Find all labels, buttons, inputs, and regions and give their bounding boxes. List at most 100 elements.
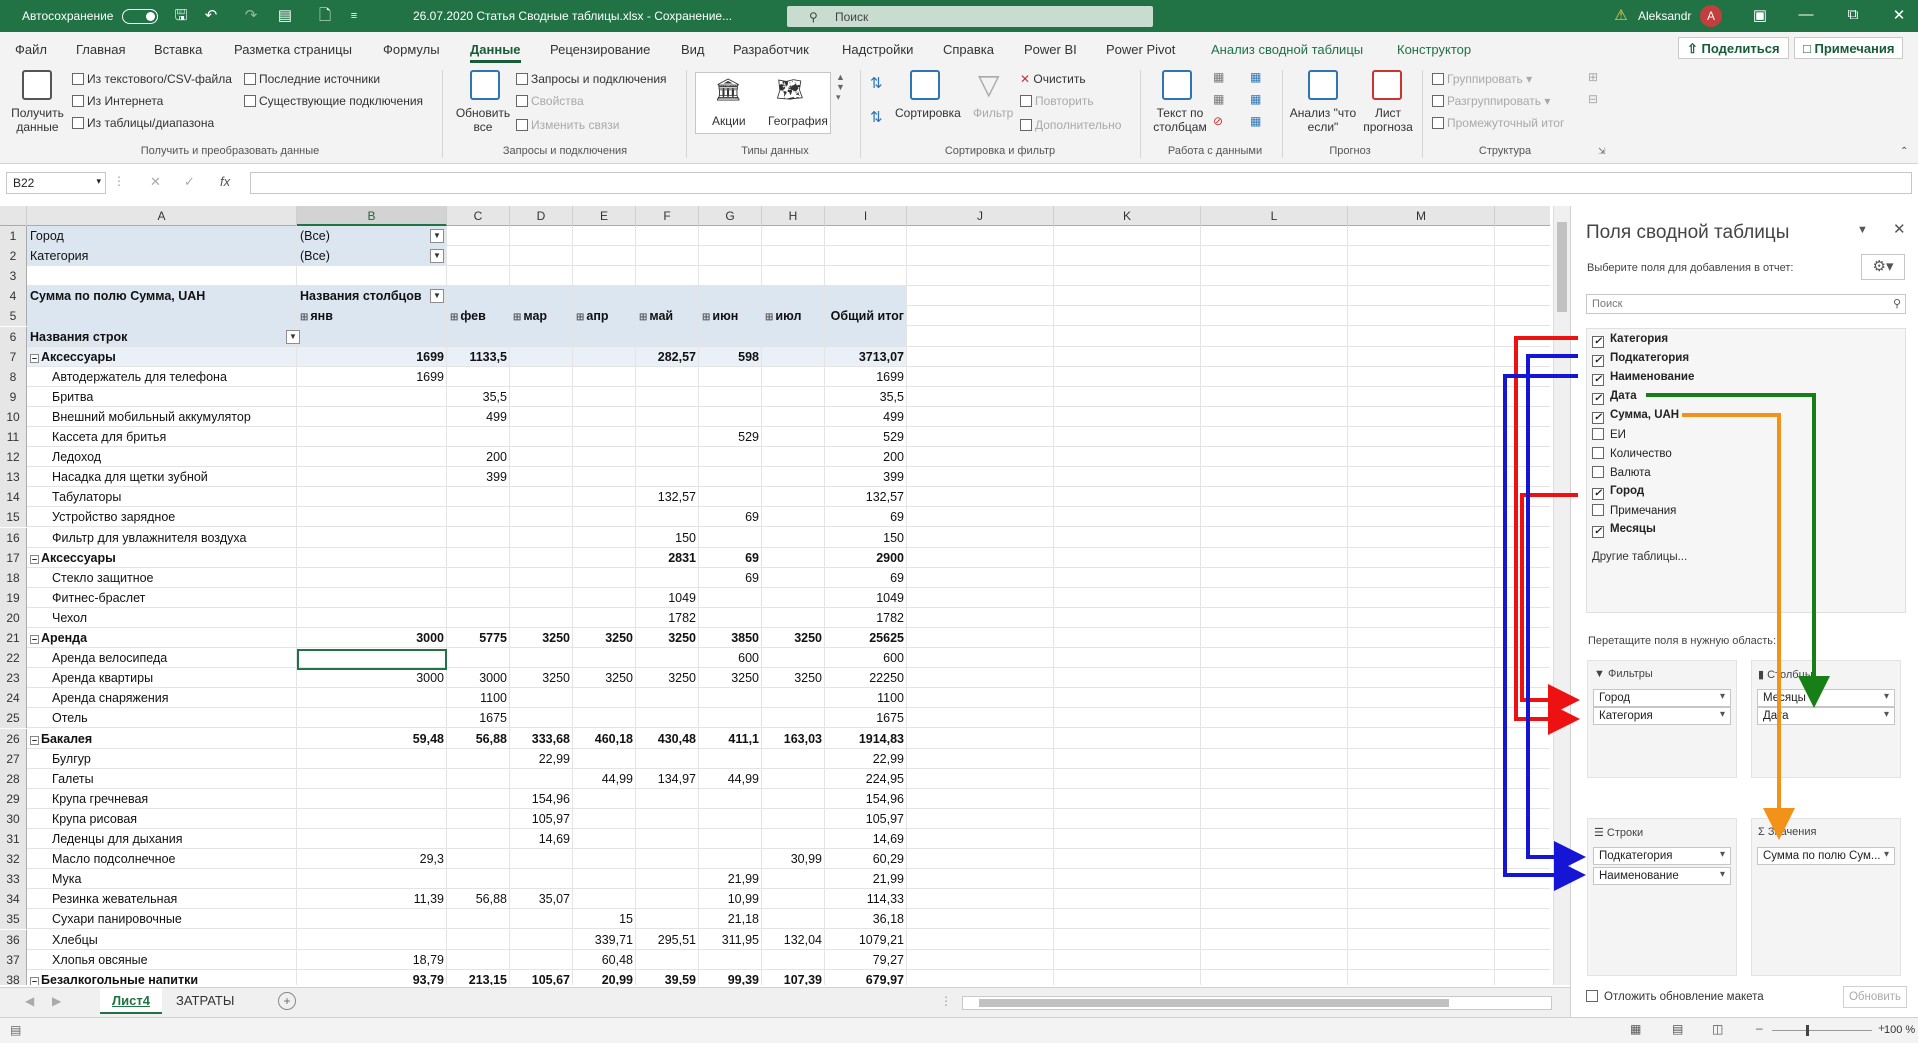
expand-icon[interactable]: ⊞ xyxy=(576,308,584,326)
formula-input[interactable] xyxy=(250,172,1912,194)
value-cell[interactable] xyxy=(762,467,825,487)
value-cell[interactable]: 99,39 xyxy=(699,970,762,985)
tab-page-layout[interactable]: Разметка страницы xyxy=(234,42,352,57)
get-data-button[interactable]: Получить данные xyxy=(10,106,65,134)
properties-button[interactable]: Свойства xyxy=(516,94,584,108)
value-cell[interactable] xyxy=(636,467,699,487)
value-cell[interactable] xyxy=(762,749,825,769)
cancel-icon[interactable]: ✕ xyxy=(150,174,161,190)
from-web-button[interactable]: Из Интернета xyxy=(72,94,163,108)
value-cell[interactable]: 1675 xyxy=(825,708,907,728)
stocks-button[interactable]: Акции xyxy=(712,114,746,128)
value-cell[interactable]: 105,97 xyxy=(825,809,907,829)
field-1[interactable]: ✓ Подкатегория xyxy=(1592,352,1689,367)
group-label[interactable]: – Аренда xyxy=(27,628,297,648)
value-cell[interactable]: 163,03 xyxy=(762,729,825,749)
value-cell[interactable]: 39,59 xyxy=(636,970,699,985)
value-cell[interactable] xyxy=(636,447,699,467)
value-cell[interactable]: 35,5 xyxy=(825,387,907,407)
value-cell[interactable] xyxy=(573,447,636,467)
row-header[interactable]: 21 xyxy=(0,628,27,648)
value-cell[interactable]: 3000 xyxy=(297,668,447,688)
item-label[interactable]: Фитнес-браслет xyxy=(27,588,297,608)
value-cell[interactable] xyxy=(699,487,762,507)
prev-sheet-icon[interactable]: ◀ xyxy=(25,994,34,1008)
field-2[interactable]: ✓ Наименование xyxy=(1592,371,1694,386)
month-header[interactable]: ⊞ апр xyxy=(573,306,636,326)
value-cell[interactable] xyxy=(447,869,510,889)
tab-power-bi[interactable]: Power BI xyxy=(1024,42,1077,57)
name-box[interactable]: B22 ▾ xyxy=(6,172,106,194)
value-cell[interactable] xyxy=(573,427,636,447)
remove-duplicates-icon[interactable]: ▦ xyxy=(1213,92,1224,106)
value-cell[interactable] xyxy=(699,447,762,467)
value-cell[interactable] xyxy=(297,447,447,467)
value-cell[interactable] xyxy=(510,950,573,970)
value-cell[interactable]: 134,97 xyxy=(636,769,699,789)
column-header-h[interactable]: H xyxy=(762,206,825,226)
checkbox-icon[interactable] xyxy=(1592,466,1604,478)
value-cell[interactable] xyxy=(573,648,636,668)
row-header[interactable]: 27 xyxy=(0,748,27,769)
column-header-e[interactable]: E xyxy=(573,206,636,226)
value-cell[interactable] xyxy=(762,950,825,970)
ungroup-button[interactable]: Разгруппировать ▾ xyxy=(1432,94,1550,108)
advanced-filter-button[interactable]: Дополнительно xyxy=(1020,118,1121,132)
filters-area[interactable]: ▼ Фильтры Город Категория xyxy=(1587,660,1737,778)
value-cell[interactable]: 3000 xyxy=(447,668,510,688)
value-cell[interactable] xyxy=(762,608,825,628)
value-cell[interactable]: 1782 xyxy=(636,608,699,628)
column-labels-header[interactable]: Названия столбцов xyxy=(297,286,447,306)
column-header-b[interactable]: B xyxy=(297,206,447,226)
normal-view-icon[interactable]: ▦ xyxy=(1630,1022,1641,1036)
value-cell[interactable] xyxy=(573,688,636,708)
gallery-scroll-icon[interactable]: ▲ ▼ ▾ xyxy=(836,72,845,103)
value-cell[interactable] xyxy=(297,427,447,447)
collapse-ribbon-icon[interactable]: ⌃ xyxy=(1900,146,1908,157)
row-header[interactable]: 17 xyxy=(0,547,27,568)
row-header[interactable]: 18 xyxy=(0,567,27,588)
value-cell[interactable] xyxy=(636,708,699,728)
value-cell[interactable] xyxy=(447,588,510,608)
filter-label-city[interactable]: Город xyxy=(27,226,297,246)
value-cell[interactable] xyxy=(447,789,510,809)
value-cell[interactable]: 20,99 xyxy=(573,970,636,985)
hide-detail-icon[interactable]: ⊟ xyxy=(1588,92,1598,106)
value-cell[interactable] xyxy=(297,809,447,829)
relationships-icon[interactable]: ▦ xyxy=(1250,92,1261,106)
columns-area[interactable]: ▮ Столбцы Месяцы Дата xyxy=(1751,660,1901,778)
value-cell[interactable] xyxy=(573,889,636,909)
value-cell[interactable]: 35,5 xyxy=(447,387,510,407)
item-label[interactable]: Крупа рисовая xyxy=(27,809,297,829)
filter-dropdown-icon[interactable]: ▼ xyxy=(430,249,444,264)
text-to-columns-button[interactable]: Текст по столбцам xyxy=(1150,106,1210,134)
month-header[interactable]: ⊞ май xyxy=(636,306,699,326)
row-chip-name[interactable]: Наименование xyxy=(1593,867,1731,885)
value-cell[interactable] xyxy=(762,407,825,427)
column-chip-months[interactable]: Месяцы xyxy=(1757,689,1895,707)
item-label[interactable]: Мука xyxy=(27,869,297,889)
value-cell[interactable] xyxy=(636,568,699,588)
value-cell[interactable] xyxy=(447,950,510,970)
value-cell[interactable] xyxy=(297,487,447,507)
existing-connections-button[interactable]: Существующие подключения xyxy=(244,94,423,108)
value-cell[interactable] xyxy=(636,789,699,809)
row-labels-header[interactable]: Названия строк xyxy=(27,327,297,347)
value-cell[interactable]: 44,99 xyxy=(573,769,636,789)
item-label[interactable]: Резинка жевательная xyxy=(27,889,297,909)
row-chip-subcategory[interactable]: Подкатегория xyxy=(1593,847,1731,865)
value-cell[interactable] xyxy=(636,869,699,889)
value-cell[interactable] xyxy=(447,487,510,507)
value-cell[interactable]: 3250 xyxy=(762,628,825,648)
pane-options-icon[interactable]: ▼ xyxy=(1857,224,1868,236)
update-button[interactable]: Обновить xyxy=(1843,986,1907,1008)
avatar[interactable]: A xyxy=(1700,5,1722,27)
value-cell[interactable] xyxy=(447,528,510,548)
value-cell[interactable]: 105,97 xyxy=(510,809,573,829)
column-header-d[interactable]: D xyxy=(510,206,573,226)
flash-fill-icon[interactable]: ▦ xyxy=(1213,70,1224,84)
value-cell[interactable] xyxy=(636,688,699,708)
value-cell[interactable]: 529 xyxy=(699,427,762,447)
customize-qat-icon[interactable]: ≡ xyxy=(345,7,363,25)
value-cell[interactable] xyxy=(573,367,636,387)
